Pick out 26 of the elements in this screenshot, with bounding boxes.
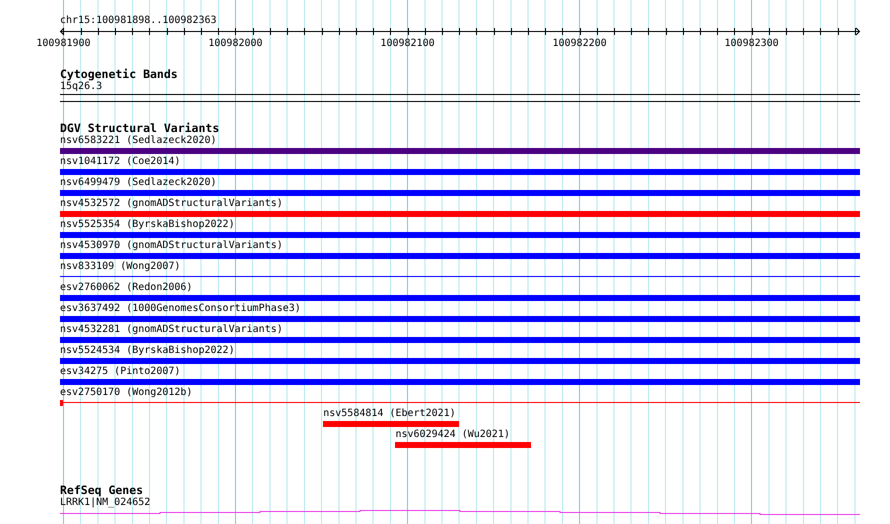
band-label: 15q26.3 <box>60 81 102 93</box>
variant-label: nsv4532281 (gnomADStructuralVariants) <box>60 324 283 336</box>
tick-label: 100982300 <box>724 38 779 49</box>
track-title: DGV Structural Variants <box>60 122 220 135</box>
tick-label: 100982000 <box>208 38 263 49</box>
gene-label: LRRK1|NM_024652 <box>60 497 150 509</box>
variant-label: nsv6029424 (Wu2021) <box>395 429 510 441</box>
tick-label: 100981900 <box>36 38 91 49</box>
variant-label: nsv5524534 (ByrskaBishop2022) <box>60 345 235 357</box>
variant-label: esv34275 (Pinto2007) <box>60 366 180 378</box>
track-title: RefSeq Genes <box>60 484 144 497</box>
variant-label: nsv6499479 (Sedlazeck2020) <box>60 177 217 189</box>
variant-label: esv3637492 (1000GenomesConsortiumPhase3) <box>60 303 301 315</box>
tick-label: 100982200 <box>552 38 607 49</box>
track-title: Cytogenetic Bands <box>60 68 178 81</box>
variant-label: nsv4530970 (gnomADStructuralVariants) <box>60 240 283 252</box>
variant-label: nsv5525354 (ByrskaBishop2022) <box>60 219 235 231</box>
tick-label: 100982100 <box>380 38 435 49</box>
variant-label: esv2750170 (Wong2012b) <box>60 387 192 399</box>
variant-label: nsv5584814 (Ebert2021) <box>323 408 456 420</box>
variant-label: nsv4532572 (gnomADStructuralVariants) <box>60 198 283 210</box>
location-label: chr15:100981898..100982363 <box>60 15 217 27</box>
variant-label: nsv6583221 (Sedlazeck2020) <box>60 135 217 147</box>
variant-label: nsv833109 (Wong2007) <box>60 261 180 273</box>
variant-label: nsv1041172 (Coe2014) <box>60 156 180 168</box>
variant-label: esv2760062 (Redon2006) <box>60 282 192 294</box>
